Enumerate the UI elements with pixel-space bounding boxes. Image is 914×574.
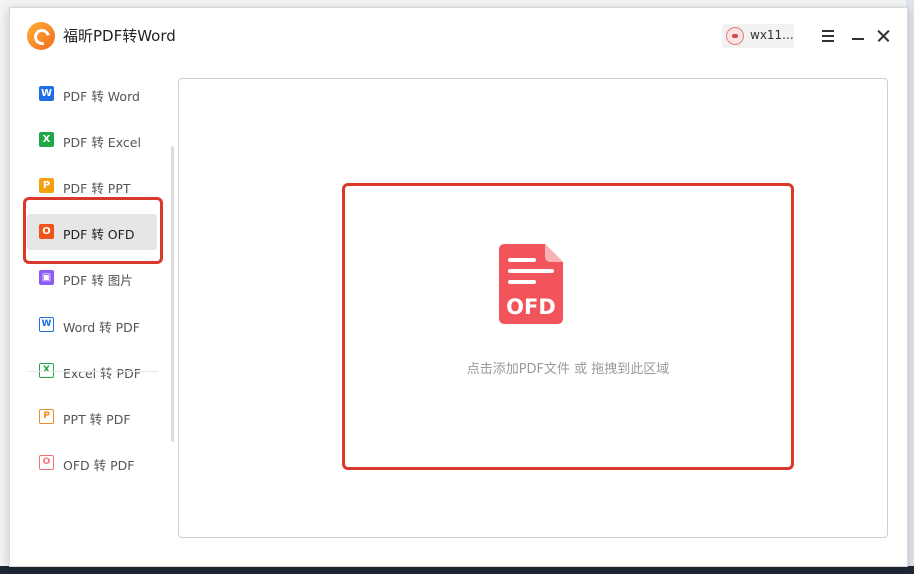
ofd-outline-icon: O [39,455,54,470]
annotation-highlight-pdf-to-ofd [23,197,163,264]
avatar [726,27,744,45]
sidebar-item-label: PDF 转 Excel [63,135,141,150]
user-name: wx11... [750,28,794,42]
user-account-button[interactable]: wx11... [722,24,794,48]
sidebar-item-excel[interactable]: X PDF 转 Excel [27,122,157,158]
app-title: 福昕PDF转Word [63,27,176,45]
sidebar-item-label: PDF 转 Word [63,89,140,104]
word-icon: W [39,86,54,101]
word-outline-icon: W [39,317,54,332]
minimize-button[interactable] [849,27,867,45]
title-bar[interactable]: 福昕PDF转Word wx11... [10,8,907,64]
sidebar-item-ppt-outline[interactable]: P PPT 转 PDF [27,399,157,435]
sidebar-item-label: PPT 转 PDF [63,412,131,427]
sidebar-item-word-outline[interactable]: W Word 转 PDF [27,307,157,343]
image-icon: ▣ [39,270,54,285]
ofd-icon-label: OFD [506,295,556,319]
ppt-outline-icon: P [39,409,54,424]
close-button[interactable] [875,27,893,45]
sidebar-item-label: OFD 转 PDF [63,458,135,473]
ppt-icon: P [39,178,54,193]
ofd-file-icon: OFD [499,244,563,324]
sidebar-item-label: PDF 转 图片 [63,273,133,288]
sidebar-item-label: Excel 转 PDF [63,366,141,381]
sidebar-item-word[interactable]: W PDF 转 Word [27,76,157,112]
sidebar-item-label: Word 转 PDF [63,320,140,335]
menu-button[interactable] [819,27,837,45]
sidebar-divider [27,371,158,372]
sidebar: W PDF 转 Word X PDF 转 Excel P PDF 转 PPT O PDF 转 … [10,76,175,556]
app-window: 福昕PDF转Word wx11... W PDF 转 Word X PDF 转 Exc… [9,7,908,567]
sidebar-item-image[interactable]: ▣ PDF 转 图片 [27,260,157,296]
sidebar-scrollbar[interactable] [171,146,174,442]
file-drop-zone[interactable]: OFD 点击添加PDF文件 或 拖拽到此区域 [342,183,794,470]
sidebar-item-ofd-outline[interactable]: O OFD 转 PDF [27,445,157,481]
sidebar-item-label: PDF 转 PPT [63,181,131,196]
content-panel: OFD 点击添加PDF文件 或 拖拽到此区域 [178,78,888,538]
background-taskbar-strip [0,566,914,574]
excel-icon: X [39,132,54,147]
app-logo-icon [27,22,55,50]
drop-hint-text: 点击添加PDF文件 或 拖拽到此区域 [466,362,670,377]
